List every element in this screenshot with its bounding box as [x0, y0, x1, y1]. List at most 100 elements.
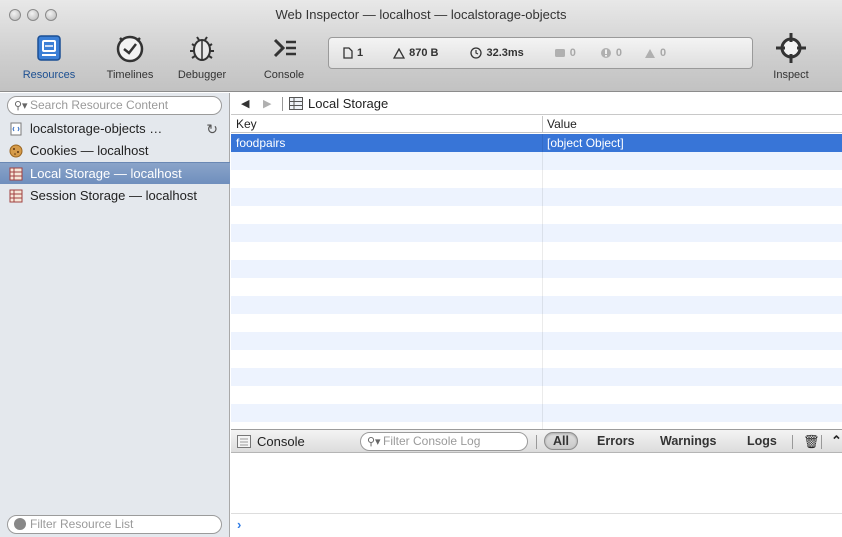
load-time[interactable]: 32.3ms [470, 47, 524, 59]
tab-resources[interactable]: Resources [20, 30, 78, 88]
scope-errors-button[interactable]: Errors [597, 434, 635, 448]
sidebar-item-session-storage[interactable]: Session Storage — localhost [0, 185, 230, 207]
tab-debugger-label: Debugger [177, 69, 227, 81]
table-row [231, 152, 842, 170]
forward-arrow-icon[interactable]: ▶ [263, 97, 271, 110]
toolbar: Web Inspector — localhost — localstorage… [0, 0, 842, 92]
prompt-chevron-icon: › [237, 517, 242, 532]
column-divider [542, 152, 543, 170]
table-row [231, 278, 842, 296]
table-row [231, 206, 842, 224]
console-prompt[interactable]: › [231, 513, 842, 537]
filter-placeholder: Filter Resource List [30, 517, 134, 531]
inspect-label: Inspect [773, 69, 809, 81]
debugger-icon [190, 36, 214, 61]
table-header: Key Value [231, 116, 842, 133]
column-divider [542, 134, 543, 152]
column-divider [542, 206, 543, 224]
search-resource-content-field[interactable]: ⚲▾ Search Resource Content [7, 96, 222, 115]
column-divider[interactable] [542, 116, 543, 133]
resource-size-value: 870 B [409, 47, 439, 59]
column-divider [542, 350, 543, 368]
inspect-button[interactable]: Inspect [760, 30, 822, 88]
document-icon [343, 47, 353, 59]
log-bubble-icon [554, 48, 565, 57]
scope-warnings-button[interactable]: Warnings [660, 434, 716, 448]
scope-all-button[interactable]: All [544, 432, 578, 450]
tab-timelines[interactable]: Timelines [98, 30, 162, 88]
table-row [231, 242, 842, 260]
filter-resource-list-field[interactable]: Filter Resource List [7, 515, 222, 534]
key-column-header[interactable]: Key [236, 117, 257, 131]
clear-console-trash-icon[interactable]: 🗑 [803, 434, 820, 450]
divider [821, 435, 822, 449]
divider [792, 435, 793, 449]
storage-grid-icon [9, 167, 23, 181]
console-icon [237, 435, 251, 448]
tab-debugger[interactable]: Debugger [170, 30, 234, 88]
table-row [231, 314, 842, 332]
resource-size[interactable]: 870 B [393, 47, 438, 59]
column-divider [542, 386, 543, 404]
table-body: foodpairs [object Object] [231, 134, 842, 429]
value-cell: [object Object] [547, 136, 624, 150]
table-row [231, 188, 842, 206]
column-divider [542, 368, 543, 386]
back-arrow-icon[interactable]: ◀ [241, 97, 249, 110]
column-divider [542, 404, 543, 422]
search-placeholder: Search Resource Content [30, 98, 169, 112]
table-row [231, 350, 842, 368]
tab-resources-label: Resources [22, 69, 76, 81]
scope-logs-button[interactable]: Logs [747, 434, 777, 448]
sidebar-item-label: Cookies — localhost [30, 143, 149, 158]
column-divider [542, 422, 543, 429]
sidebar-item-label: localstorage-objects … [30, 121, 163, 136]
table-row [231, 296, 842, 314]
sidebar-item-label: Session Storage — localhost [30, 188, 197, 203]
weight-icon [393, 47, 406, 59]
console-bar: Console ⚲▾ Filter Console Log All Errors… [231, 429, 842, 453]
activity-viewer: 1 870 B 32.3ms 0 0 0 [328, 37, 753, 69]
log-count[interactable]: 0 [554, 47, 576, 59]
column-divider [542, 260, 543, 278]
sidebar-item-local-storage[interactable]: Local Storage — localhost [0, 162, 230, 184]
collapse-console-icon[interactable]: ⌃ [831, 433, 842, 449]
search-icon: ⚲▾ [367, 436, 381, 448]
window-title: Web Inspector — localhost — localstorage… [275, 7, 567, 22]
column-divider [542, 332, 543, 350]
filter-console-log-field[interactable]: ⚲▾ Filter Console Log [360, 432, 528, 451]
console-toggle-label: Console [263, 69, 305, 81]
timelines-icon [116, 35, 144, 63]
table-row[interactable]: foodpairs [object Object] [231, 134, 842, 152]
column-divider [542, 188, 543, 206]
storage-grid-icon [289, 97, 303, 110]
sidebar-item-cookies[interactable]: Cookies — localhost [0, 140, 230, 162]
error-count[interactable]: 0 [600, 47, 622, 59]
value-column-header[interactable]: Value [547, 117, 577, 131]
tab-timelines-label: Timelines [106, 69, 154, 81]
table-row [231, 404, 842, 422]
resource-count[interactable]: 1 [343, 47, 363, 59]
table-row [231, 368, 842, 386]
console-prompt-icon [273, 38, 296, 58]
table-row [231, 422, 842, 429]
table-row [231, 386, 842, 404]
resources-icon [37, 35, 61, 61]
table-row [231, 260, 842, 278]
key-cell: foodpairs [236, 136, 286, 150]
console-messages [231, 454, 842, 512]
sidebar-item-page[interactable]: localstorage-objects … ↻ [0, 118, 230, 140]
column-divider [542, 242, 543, 260]
reload-icon[interactable]: ↻ [206, 118, 218, 140]
filter-icon [14, 518, 26, 530]
divider [536, 435, 537, 449]
console-toggle-button[interactable]: Console [252, 30, 316, 88]
sidebar-item-label: Local Storage — localhost [30, 166, 182, 181]
warning-count[interactable]: 0 [644, 47, 666, 59]
divider [282, 97, 283, 111]
document-icon [10, 122, 22, 136]
clock-icon [470, 47, 483, 59]
breadcrumb[interactable]: Local Storage [308, 96, 388, 111]
console-title: Console [257, 434, 305, 449]
table-row [231, 170, 842, 188]
